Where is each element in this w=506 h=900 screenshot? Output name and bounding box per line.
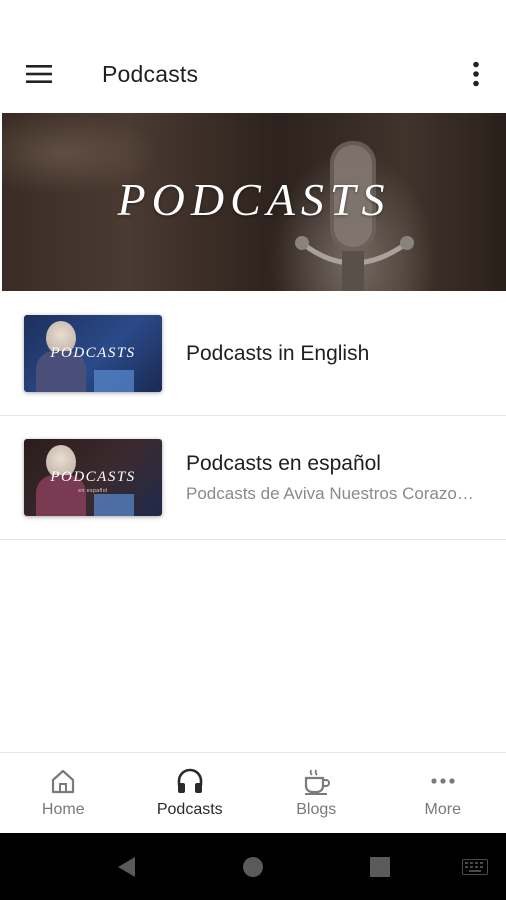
list-item-podcasts-espanol[interactable]: PODCASTS en español Podcasts en español … — [0, 416, 506, 540]
list-item-podcasts-english[interactable]: PODCASTS Podcasts in English — [0, 292, 506, 416]
nav-podcasts[interactable]: Podcasts — [127, 753, 254, 833]
coffee-cup-icon — [305, 769, 331, 795]
home-circle-icon[interactable] — [242, 855, 264, 879]
hero-title: PODCASTS — [117, 174, 391, 225]
list-item-title: Podcasts in English — [186, 341, 370, 365]
status-bar — [0, 0, 506, 36]
list-item-subtitle: Podcasts de Aviva Nuestros Corazones — [186, 484, 482, 503]
thumbnail-label: PODCASTS — [50, 469, 136, 485]
thumbnail-label: PODCASTS — [50, 345, 136, 361]
app-bar: Podcasts — [0, 36, 506, 112]
headphones-icon — [177, 768, 203, 793]
list-item-title: Podcasts en español — [186, 452, 381, 475]
more-horiz-icon — [431, 778, 455, 784]
nav-more[interactable]: More — [380, 753, 506, 833]
overflow-menu-button[interactable] — [446, 36, 506, 112]
home-icon — [52, 769, 75, 794]
podcast-list: PODCASTS Podcasts in English PODCASTS en… — [0, 292, 506, 540]
back-icon[interactable] — [115, 855, 137, 879]
nav-label: Podcasts — [156, 801, 223, 818]
nav-label: More — [424, 801, 461, 818]
recents-icon[interactable] — [369, 855, 391, 879]
nav-label: Home — [41, 801, 85, 818]
bottom-navigation: Home Podcasts Blogs More — [0, 752, 506, 833]
podcast-thumbnail: PODCASTS en español — [24, 439, 162, 516]
more-vert-icon — [473, 61, 479, 87]
keyboard-icon[interactable] — [462, 859, 488, 875]
hamburger-menu-icon — [26, 65, 52, 83]
hero-banner: PODCASTS — [2, 113, 506, 291]
podcast-thumbnail: PODCASTS — [24, 315, 162, 392]
nav-blogs[interactable]: Blogs — [253, 753, 380, 833]
menu-button[interactable] — [0, 36, 80, 112]
page-title: Podcasts — [102, 60, 199, 87]
nav-label: Blogs — [296, 801, 337, 818]
nav-home[interactable]: Home — [0, 753, 127, 833]
thumbnail-sublabel: en español — [78, 488, 108, 494]
system-navigation-bar — [0, 833, 506, 900]
